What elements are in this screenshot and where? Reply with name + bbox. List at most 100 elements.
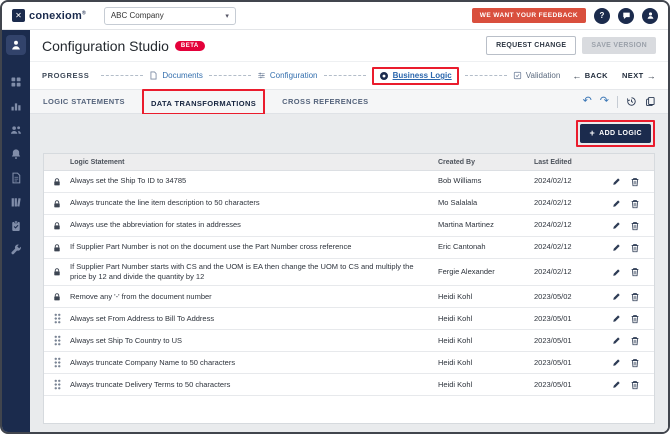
pencil-icon — [612, 314, 621, 323]
target-icon — [379, 71, 389, 81]
table-row: Always use the abbreviation for states i… — [44, 215, 654, 237]
request-change-button[interactable]: REQUEST CHANGE — [486, 36, 576, 55]
progress-bar: PROGRESS Documents Configuration — [30, 62, 668, 90]
drag-handle-icon[interactable] — [54, 335, 61, 346]
created-by-text: Mo Salalala — [438, 198, 534, 208]
delete-button[interactable] — [630, 314, 640, 324]
logic-statement-text: Always set From Address to Bill To Addre… — [70, 314, 438, 324]
created-by-text: Bob Williams — [438, 176, 534, 186]
sidebar-item-notifications[interactable] — [9, 146, 24, 161]
document-icon — [10, 172, 22, 184]
step-connector — [209, 75, 251, 76]
last-edited-text: 2023/05/01 — [534, 380, 612, 390]
column-header-logic-statement: Logic Statement — [70, 159, 438, 166]
column-header-created-by: Created By — [438, 159, 534, 166]
created-by-text: Heidi Kohl — [438, 336, 534, 346]
sidebar — [2, 30, 30, 432]
last-edited-text: 2024/02/12 — [534, 220, 612, 230]
edit-button[interactable] — [612, 199, 621, 208]
sidebar-item-dashboard[interactable] — [9, 74, 24, 89]
pencil-icon — [612, 380, 621, 389]
account-button[interactable] — [642, 8, 658, 24]
sidebar-item-analytics[interactable] — [9, 98, 24, 113]
logic-statement-text: If Supplier Part Number starts with CS a… — [70, 262, 438, 282]
tab-cross-references[interactable]: CROSS REFERENCES — [281, 95, 369, 108]
trash-icon — [630, 314, 640, 324]
sidebar-item-library[interactable] — [9, 194, 24, 209]
edit-button[interactable] — [612, 358, 621, 367]
edit-button[interactable] — [612, 268, 621, 277]
delete-button[interactable] — [630, 358, 640, 368]
drag-handle-icon[interactable] — [54, 379, 61, 390]
delete-button[interactable] — [630, 221, 640, 231]
progress-step-validation[interactable]: Validation — [513, 71, 561, 80]
add-logic-button[interactable]: + ADD LOGIC — [580, 124, 651, 143]
edit-button[interactable] — [612, 336, 621, 345]
last-edited-text: 2023/05/01 — [534, 358, 612, 368]
pencil-icon — [612, 177, 621, 186]
lock-icon — [44, 221, 70, 231]
pencil-icon — [612, 221, 621, 230]
table-row: Always truncate Delivery Terms to 50 cha… — [44, 374, 654, 396]
delete-button[interactable] — [630, 292, 640, 302]
last-edited-text: 2023/05/02 — [534, 292, 612, 302]
edit-button[interactable] — [612, 292, 621, 301]
back-button[interactable]: ← BACK — [572, 71, 608, 81]
progress-step-configuration[interactable]: Configuration — [257, 71, 318, 80]
feedback-button[interactable]: WE WANT YOUR FEEDBACK — [472, 8, 586, 23]
edit-button[interactable] — [612, 243, 621, 252]
redo-button[interactable]: ↷ — [600, 96, 609, 107]
delete-button[interactable] — [630, 243, 640, 253]
user-icon — [646, 11, 655, 20]
plus-icon: + — [589, 129, 595, 138]
edit-button[interactable] — [612, 380, 621, 389]
sidebar-item-team[interactable] — [9, 122, 24, 137]
delete-button[interactable] — [630, 336, 640, 346]
edit-button[interactable] — [612, 314, 621, 323]
tab-data-transformations[interactable]: DATA TRANSFORMATIONS — [150, 97, 257, 110]
company-selector-value: ABC Company — [111, 11, 164, 20]
delete-button[interactable] — [630, 380, 640, 390]
trash-icon — [630, 336, 640, 346]
copy-version-button[interactable] — [645, 96, 656, 107]
tab-logic-statements[interactable]: LOGIC STATEMENTS — [42, 95, 126, 108]
created-by-text: Heidi Kohl — [438, 380, 534, 390]
sidebar-item-profile[interactable] — [6, 35, 26, 55]
sidebar-item-tasks[interactable] — [9, 218, 24, 233]
edit-button[interactable] — [612, 177, 621, 186]
divider — [617, 96, 618, 108]
logic-statement-text: Always truncate Delivery Terms to 50 cha… — [70, 380, 438, 390]
brand-name: conexiom® — [29, 10, 86, 22]
table-row: If Supplier Part Number is not on the do… — [44, 237, 654, 259]
grid-icon — [10, 76, 22, 88]
progress-step-documents[interactable]: Documents — [149, 71, 202, 80]
history-button[interactable] — [626, 96, 637, 107]
table-row: Remove any '-' from the document number … — [44, 286, 654, 308]
table-row: Always set Ship To Country to US Heidi K… — [44, 330, 654, 352]
chevron-down-icon: ▾ — [225, 12, 229, 20]
logic-statement-text: Remove any '-' from the document number — [70, 292, 438, 302]
drag-handle-icon[interactable] — [54, 313, 61, 324]
save-version-button[interactable]: SAVE VERSION — [582, 37, 656, 54]
progress-step-business-logic[interactable]: Business Logic — [379, 71, 452, 81]
undo-icon: ↶ — [583, 95, 592, 107]
last-edited-text: 2024/02/12 — [534, 267, 612, 277]
next-button[interactable]: NEXT → — [622, 71, 656, 81]
last-edited-text: 2024/02/12 — [534, 176, 612, 186]
app-window: ✕ conexiom® ABC Company ▾ WE WANT YOUR F… — [0, 0, 670, 434]
annotation-box-business-logic: Business Logic — [372, 67, 459, 85]
sidebar-item-tools[interactable] — [9, 242, 24, 257]
sidebar-item-documents[interactable] — [9, 170, 24, 185]
help-button[interactable]: ? — [594, 8, 610, 24]
trash-icon — [630, 267, 640, 277]
table-header-row: Logic Statement Created By Last Edited — [44, 154, 654, 171]
undo-button[interactable]: ↶ — [583, 96, 592, 107]
last-edited-text: 2023/05/01 — [534, 336, 612, 346]
edit-button[interactable] — [612, 221, 621, 230]
chat-button[interactable] — [618, 8, 634, 24]
delete-button[interactable] — [630, 177, 640, 187]
company-selector[interactable]: ABC Company ▾ — [104, 7, 236, 25]
delete-button[interactable] — [630, 267, 640, 277]
delete-button[interactable] — [630, 199, 640, 209]
drag-handle-icon[interactable] — [54, 357, 61, 368]
